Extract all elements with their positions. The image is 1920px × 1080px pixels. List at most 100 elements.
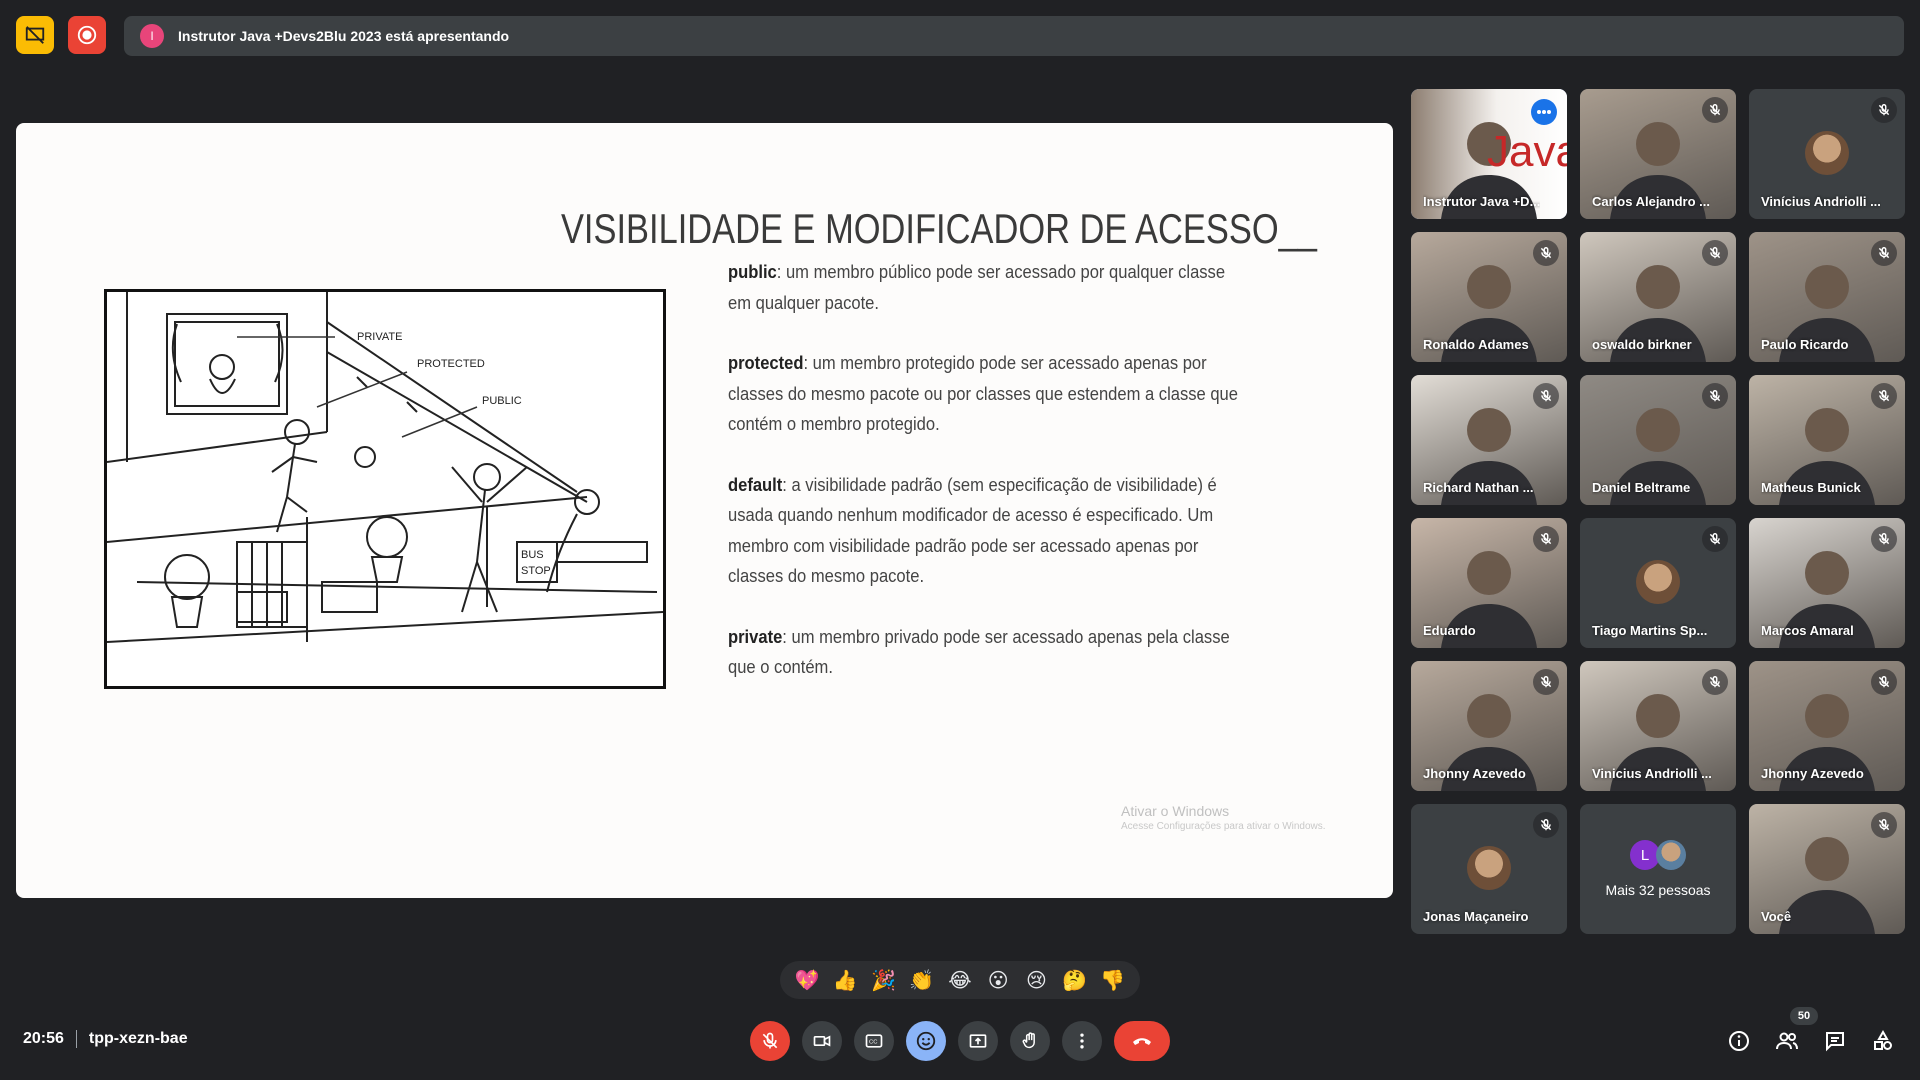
- participant-name: Jonas Maçaneiro: [1423, 909, 1529, 924]
- presentation-off-button[interactable]: [16, 16, 54, 54]
- more-options-button[interactable]: [1062, 1021, 1102, 1061]
- mic-muted-icon: [1871, 812, 1897, 838]
- participant-tile[interactable]: Carlos Alejandro ...: [1580, 89, 1736, 219]
- reaction-button[interactable]: 😮: [984, 966, 1012, 994]
- meeting-code[interactable]: tpp-xezn-bae: [89, 1030, 188, 1048]
- reaction-button[interactable]: 😂: [946, 966, 974, 994]
- reaction-button[interactable]: 👎: [1099, 966, 1127, 994]
- participant-tile[interactable]: Jonas Maçaneiro: [1411, 804, 1567, 934]
- presenting-text: Instrutor Java +Devs2Blu 2023 está apres…: [178, 28, 510, 44]
- participant-name: Daniel Beltrame: [1592, 480, 1691, 495]
- reaction-button[interactable]: 💖: [793, 966, 821, 994]
- meeting-info: 20:56 tpp-xezn-bae: [23, 1030, 188, 1048]
- participant-name: Tiago Martins Sp...: [1592, 623, 1708, 638]
- people-count-badge: 50: [1790, 1007, 1818, 1025]
- participant-tile[interactable]: Java Instrutor Java +D...: [1411, 89, 1567, 219]
- slide-item-default: default: a visibilidade padrão (sem espe…: [728, 474, 1217, 587]
- mic-muted-icon: [1533, 669, 1559, 695]
- mic-muted-icon: [1702, 526, 1728, 552]
- participant-tile[interactable]: Paulo Ricardo: [1749, 232, 1905, 362]
- mic-muted-icon: [1871, 383, 1897, 409]
- reaction-button[interactable]: 🤔: [1061, 966, 1089, 994]
- participant-tile[interactable]: Richard Nathan ...: [1411, 375, 1567, 505]
- mic-muted-icon: [1871, 526, 1897, 552]
- raise-hand-button[interactable]: [1010, 1021, 1050, 1061]
- mic-muted-icon: [1533, 240, 1559, 266]
- participant-tile[interactable]: Tiago Martins Sp...: [1580, 518, 1736, 648]
- present-now-button[interactable]: [958, 1021, 998, 1061]
- participant-name: Instrutor Java +D...: [1423, 194, 1541, 209]
- participant-name: Ronaldo Adames: [1423, 337, 1529, 352]
- camera-icon: [813, 1035, 831, 1047]
- meeting-details-button[interactable]: [1722, 1024, 1756, 1058]
- participant-tile[interactable]: Eduardo: [1411, 518, 1567, 648]
- slide-body: public: um membro público pode ser acess…: [728, 257, 1243, 713]
- mic-muted-icon: [1533, 383, 1559, 409]
- cartoon-label-public: PUBLIC: [482, 395, 522, 407]
- speaking-indicator-icon: [1531, 99, 1557, 125]
- cartoon-label-stop: STOP: [521, 565, 551, 577]
- participant-name: Matheus Bunick: [1761, 480, 1861, 495]
- java-logo-text: Java: [1487, 127, 1567, 176]
- activities-icon: [1874, 1029, 1892, 1050]
- mic-muted-icon: [1702, 669, 1728, 695]
- chat-icon: [1826, 1032, 1844, 1052]
- emoji-reactions-button[interactable]: [906, 1021, 946, 1061]
- participant-tile[interactable]: Daniel Beltrame: [1580, 375, 1736, 505]
- shared-slide: VISIBILIDADE E MODIFICADOR DE ACESSO__ P…: [16, 123, 1393, 898]
- chat-button[interactable]: [1818, 1024, 1852, 1058]
- reactions-bar: 💖 👍 🎉 👏 😂 😮 😢 🤔 👎: [780, 961, 1140, 999]
- mic-muted-icon: [1702, 97, 1728, 123]
- meeting-divider: [75, 1030, 77, 1048]
- participant-tile[interactable]: oswaldo birkner: [1580, 232, 1736, 362]
- cartoon-label-protected: PROTECTED: [417, 358, 485, 370]
- participant-name: oswaldo birkner: [1592, 337, 1692, 352]
- slide-item-private: private: um membro privado pode ser aces…: [728, 626, 1230, 678]
- mic-muted-icon: [1702, 383, 1728, 409]
- participant-name: Você: [1761, 909, 1792, 924]
- cartoon-label-bus: BUS: [521, 549, 544, 561]
- participant-name: Mais 32 pessoas: [1605, 882, 1711, 898]
- participant-tile[interactable]: Vinicius Andriolli ...: [1580, 661, 1736, 791]
- reaction-button[interactable]: 👍: [831, 966, 859, 994]
- end-call-button[interactable]: [1114, 1021, 1170, 1061]
- reaction-button[interactable]: 😢: [1022, 966, 1050, 994]
- emoji-icon: [916, 1031, 936, 1051]
- people-icon: [1776, 1032, 1798, 1050]
- captions-icon: CC: [865, 1034, 883, 1048]
- participant-tile[interactable]: L Mais 32 pessoas: [1580, 804, 1736, 934]
- participant-tile[interactable]: Vinícius Andriolli ...: [1749, 89, 1905, 219]
- participant-tile[interactable]: Matheus Bunick: [1749, 375, 1905, 505]
- people-button[interactable]: [1770, 1024, 1804, 1058]
- windows-watermark-subtitle: Acesse Configurações para ativar o Windo…: [1121, 821, 1326, 832]
- mic-muted-icon: [1871, 669, 1897, 695]
- participant-tile[interactable]: Marcos Amaral: [1749, 518, 1905, 648]
- activities-button[interactable]: [1866, 1024, 1900, 1058]
- participant-avatar: [1467, 846, 1511, 890]
- camera-toggle-button[interactable]: [802, 1021, 842, 1061]
- captions-button[interactable]: CC: [854, 1021, 894, 1061]
- participant-name: Eduardo: [1423, 623, 1476, 638]
- slide-title: VISIBILIDADE E MODIFICADOR DE ACESSO__: [561, 205, 1317, 252]
- participant-name: Carlos Alejandro ...: [1592, 194, 1710, 209]
- more-people-avatar: [1656, 840, 1686, 870]
- participant-tile[interactable]: Ronaldo Adames: [1411, 232, 1567, 362]
- presenter-avatar: I: [140, 24, 164, 48]
- hand-icon: [1022, 1032, 1035, 1049]
- participant-avatar: [1805, 131, 1849, 175]
- cartoon-illustration: PRIVATE PROTECTED PUBLIC BUS STOP: [104, 289, 666, 689]
- recording-button[interactable]: [68, 16, 106, 54]
- participant-tile[interactable]: Jhonny Azevedo: [1749, 661, 1905, 791]
- mic-muted-icon: [1871, 240, 1897, 266]
- mic-toggle-button[interactable]: [750, 1021, 790, 1061]
- participant-name: Jhonny Azevedo: [1761, 766, 1864, 781]
- end-call-icon: [1133, 1038, 1151, 1045]
- reaction-button[interactable]: 👏: [908, 966, 936, 994]
- windows-watermark-title: Ativar o Windows: [1121, 803, 1230, 819]
- participant-name: Marcos Amaral: [1761, 623, 1854, 638]
- participant-tile[interactable]: Jhonny Azevedo: [1411, 661, 1567, 791]
- reaction-button[interactable]: 🎉: [870, 966, 898, 994]
- participant-tile[interactable]: Você: [1749, 804, 1905, 934]
- slide-item-protected: protected: um membro protegido pode ser …: [728, 353, 1238, 434]
- slide-item-public: public: um membro público pode ser acess…: [728, 262, 1226, 313]
